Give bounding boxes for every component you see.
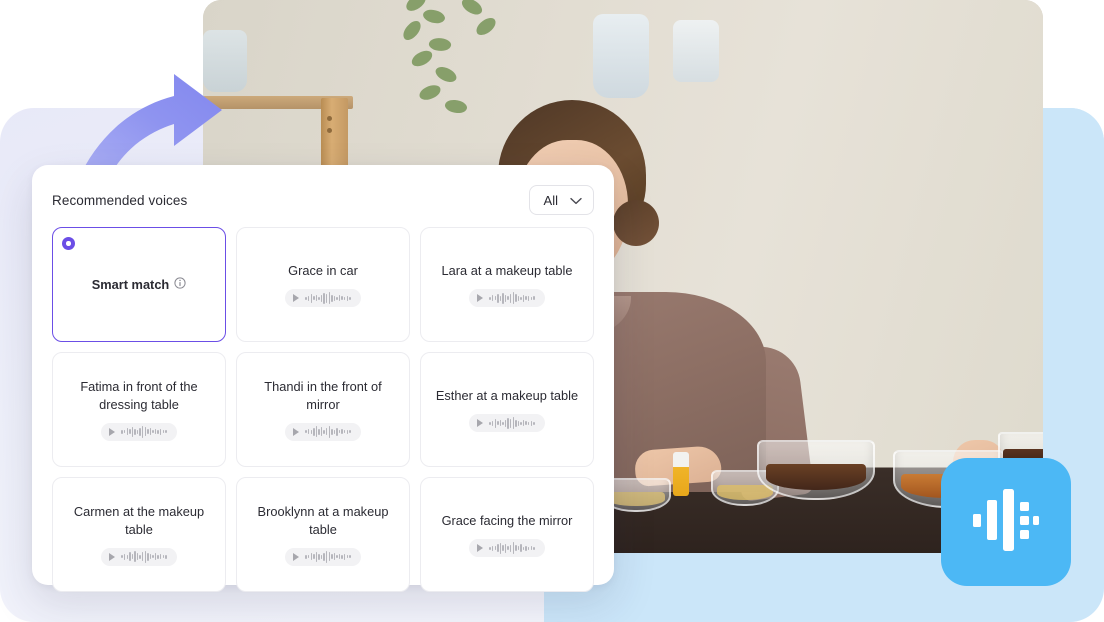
voice-play-button[interactable] bbox=[285, 422, 361, 441]
play-icon bbox=[477, 419, 484, 428]
person-bun bbox=[613, 200, 659, 246]
voice-play-button[interactable] bbox=[101, 547, 177, 566]
dropper-bottle bbox=[673, 452, 689, 496]
voice-card-smart-match[interactable]: Smart match bbox=[52, 227, 226, 342]
voice-play-button[interactable] bbox=[285, 289, 361, 308]
voice-card-grid: Smart match Grace in car Lara at a makeu… bbox=[52, 227, 594, 592]
play-icon bbox=[477, 294, 484, 303]
info-icon[interactable] bbox=[174, 276, 186, 293]
radio-selected-icon[interactable] bbox=[62, 237, 75, 250]
voice-play-button[interactable] bbox=[469, 414, 545, 433]
bowl-spices bbox=[757, 440, 875, 500]
play-icon bbox=[293, 552, 300, 561]
chevron-down-icon bbox=[570, 193, 582, 208]
audio-waveform-icon bbox=[973, 488, 1039, 556]
waveform-icon bbox=[305, 550, 351, 563]
voice-play-button[interactable] bbox=[469, 289, 545, 308]
play-icon bbox=[293, 294, 300, 303]
waveform-icon bbox=[489, 417, 535, 430]
voice-card-label: Fatima in front of the dressing table bbox=[80, 379, 198, 412]
play-icon bbox=[109, 552, 116, 561]
voice-card[interactable]: Esther at a makeup table bbox=[420, 352, 594, 467]
voice-card-label: Brooklynn at a makeup table bbox=[257, 504, 389, 537]
voice-card-label: Esther at a makeup table bbox=[435, 387, 579, 403]
waveform-icon bbox=[305, 425, 351, 438]
voice-card-label: Lara at a makeup table bbox=[441, 262, 573, 278]
waveform-icon bbox=[305, 292, 351, 305]
play-icon bbox=[477, 544, 484, 553]
play-icon bbox=[109, 427, 116, 436]
waveform-icon bbox=[121, 425, 167, 438]
voice-card-label: Carmen at the makeup table bbox=[73, 504, 205, 537]
app-badge bbox=[941, 458, 1071, 586]
waveform-icon bbox=[489, 542, 535, 555]
hanging-plant bbox=[389, 0, 539, 129]
voice-card[interactable]: Carmen at the makeup table bbox=[52, 477, 226, 592]
page-title: Recommended voices bbox=[52, 192, 188, 208]
voice-card[interactable]: Grace facing the mirror bbox=[420, 477, 594, 592]
vase-small bbox=[203, 30, 247, 92]
voice-filter-value: All bbox=[543, 192, 558, 208]
voice-card-label: Thandi in the front of mirror bbox=[264, 379, 382, 412]
voice-card[interactable]: Lara at a makeup table bbox=[420, 227, 594, 342]
voice-card-label: Smart match bbox=[92, 276, 187, 293]
voice-filter-select[interactable]: All bbox=[528, 185, 594, 215]
voice-card[interactable]: Grace in car bbox=[236, 227, 410, 342]
voice-card[interactable]: Thandi in the front of mirror bbox=[236, 352, 410, 467]
waveform-icon bbox=[121, 550, 167, 563]
panel-header: Recommended voices All bbox=[52, 183, 594, 217]
background-panel-right-top bbox=[1040, 108, 1104, 228]
screenshot-root: Recommended voices All Smart match Grace… bbox=[0, 0, 1104, 622]
jar bbox=[673, 20, 719, 82]
vase bbox=[593, 14, 649, 98]
play-icon bbox=[293, 427, 300, 436]
voice-card[interactable]: Fatima in front of the dressing table bbox=[52, 352, 226, 467]
waveform-icon bbox=[489, 292, 535, 305]
voice-card-label: Grace in car bbox=[288, 262, 358, 278]
voice-card-label: Grace facing the mirror bbox=[441, 512, 573, 528]
recommended-voices-panel: Recommended voices All Smart match Grace… bbox=[32, 165, 614, 592]
voice-play-button[interactable] bbox=[469, 539, 545, 558]
voice-card[interactable]: Brooklynn at a makeup table bbox=[236, 477, 410, 592]
voice-play-button[interactable] bbox=[285, 547, 361, 566]
voice-play-button[interactable] bbox=[101, 422, 177, 441]
smart-match-text: Smart match bbox=[91, 276, 170, 292]
